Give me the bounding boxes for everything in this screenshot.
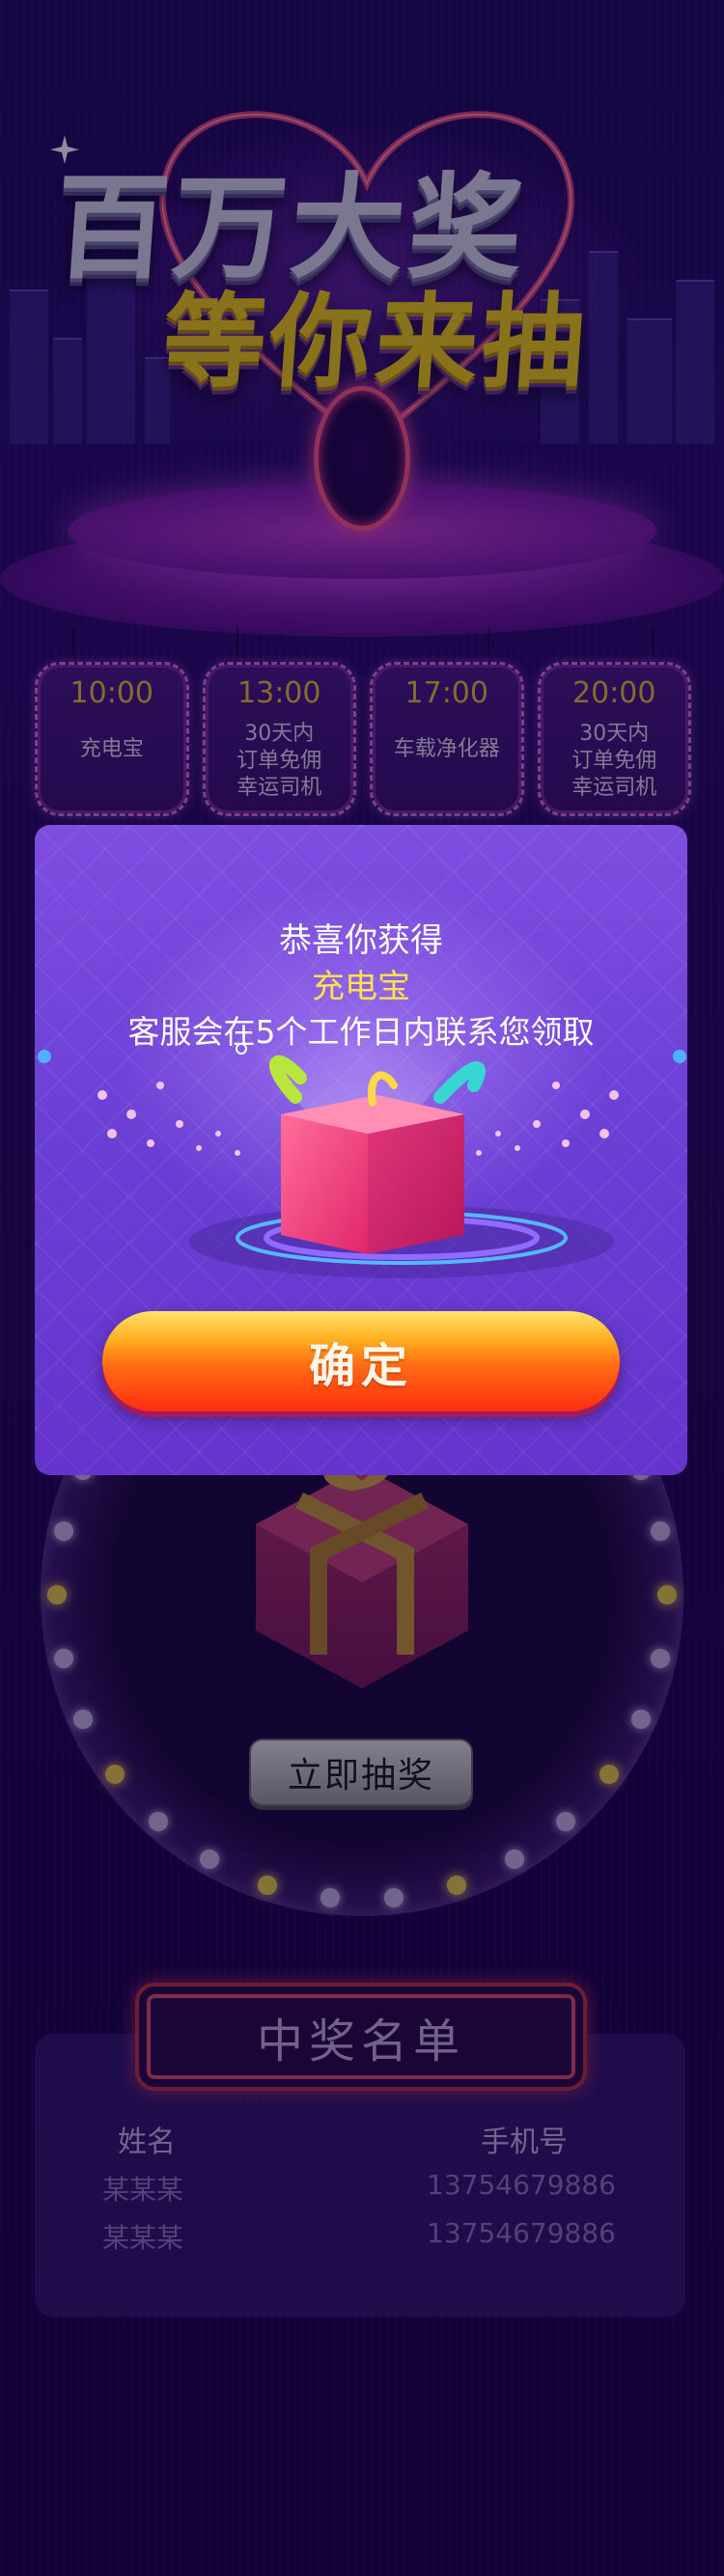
modal-contact-note: 客服会在5个工作日内联系您领取 — [127, 1013, 595, 1051]
confirm-button[interactable]: 确定 — [102, 1311, 620, 1411]
modal-prize-name: 充电宝 — [312, 968, 410, 1006]
modal-title: 恭喜你获得 — [279, 921, 443, 960]
prize-modal: 恭喜你获得 充电宝 客服会在5个工作日内联系您领取 确定 — [35, 825, 687, 1475]
